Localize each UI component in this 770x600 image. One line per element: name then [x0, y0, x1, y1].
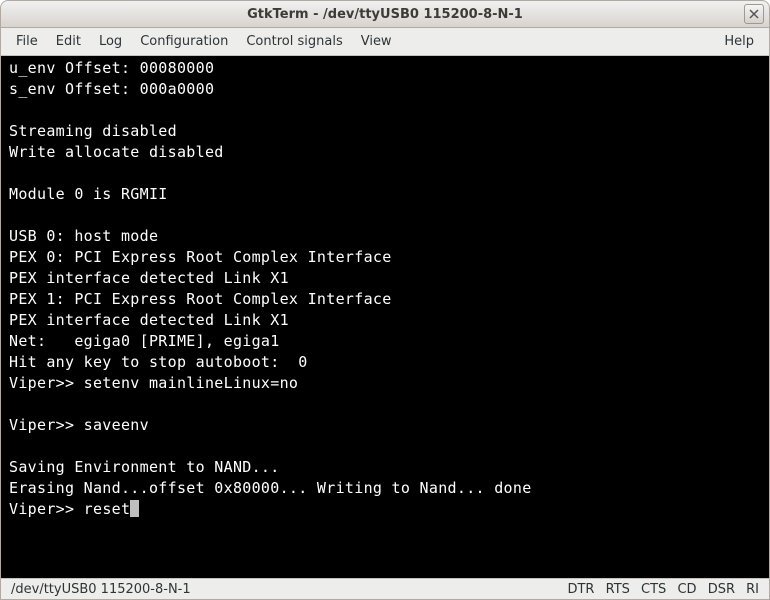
terminal-line: Hit any key to stop autoboot: 0	[9, 353, 308, 371]
terminal-output[interactable]: u_env Offset: 00080000 s_env Offset: 000…	[0, 56, 770, 578]
signal-cts: CTS	[641, 582, 666, 597]
close-button[interactable]	[744, 4, 764, 24]
terminal-line: Net: egiga0 [PRIME], egiga1	[9, 332, 280, 350]
window-title: GtkTerm - /dev/ttyUSB0 115200-8-N-1	[7, 7, 763, 22]
status-signals: DTR RTS CTS CD DSR RI	[560, 582, 759, 597]
terminal-line: PEX interface detected Link X1	[9, 269, 289, 287]
menu-file[interactable]: File	[7, 30, 47, 53]
status-port: /dev/ttyUSB0 115200-8-N-1	[11, 582, 560, 597]
terminal-line: u_env Offset: 00080000	[9, 59, 214, 77]
menu-edit[interactable]: Edit	[47, 30, 90, 53]
terminal-line: Streaming disabled	[9, 122, 177, 140]
terminal-line: PEX 1: PCI Express Root Complex Interfac…	[9, 290, 392, 308]
terminal-line: Module 0 is RGMII	[9, 185, 168, 203]
terminal-line: Erasing Nand...offset 0x80000... Writing…	[9, 479, 532, 497]
terminal-line: PEX 0: PCI Express Root Complex Interfac…	[9, 248, 392, 266]
signal-rts: RTS	[606, 582, 630, 597]
terminal-cursor	[130, 500, 139, 517]
terminal-line: USB 0: host mode	[9, 227, 158, 245]
terminal-prompt: Viper>>	[9, 500, 84, 518]
menu-help[interactable]: Help	[715, 30, 763, 53]
menu-log[interactable]: Log	[90, 30, 131, 53]
terminal-line: PEX interface detected Link X1	[9, 311, 289, 329]
menubar: File Edit Log Configuration Control sign…	[0, 28, 770, 56]
menu-control-signals[interactable]: Control signals	[237, 30, 351, 53]
signal-ri: RI	[746, 582, 759, 597]
titlebar: GtkTerm - /dev/ttyUSB0 115200-8-N-1	[0, 0, 770, 28]
statusbar: /dev/ttyUSB0 115200-8-N-1 DTR RTS CTS CD…	[0, 578, 770, 600]
terminal-line: Viper>> saveenv	[9, 416, 149, 434]
signal-dsr: DSR	[708, 582, 735, 597]
terminal-line: s_env Offset: 000a0000	[9, 80, 214, 98]
menu-configuration[interactable]: Configuration	[131, 30, 237, 53]
terminal-line: Write allocate disabled	[9, 143, 224, 161]
close-icon	[749, 9, 759, 19]
signal-cd: CD	[677, 582, 696, 597]
terminal-line: Viper>> setenv mainlineLinux=no	[9, 374, 298, 392]
terminal-line: Saving Environment to NAND...	[9, 458, 280, 476]
menu-view[interactable]: View	[352, 30, 401, 53]
signal-dtr: DTR	[567, 582, 594, 597]
terminal-input: reset	[84, 500, 131, 518]
